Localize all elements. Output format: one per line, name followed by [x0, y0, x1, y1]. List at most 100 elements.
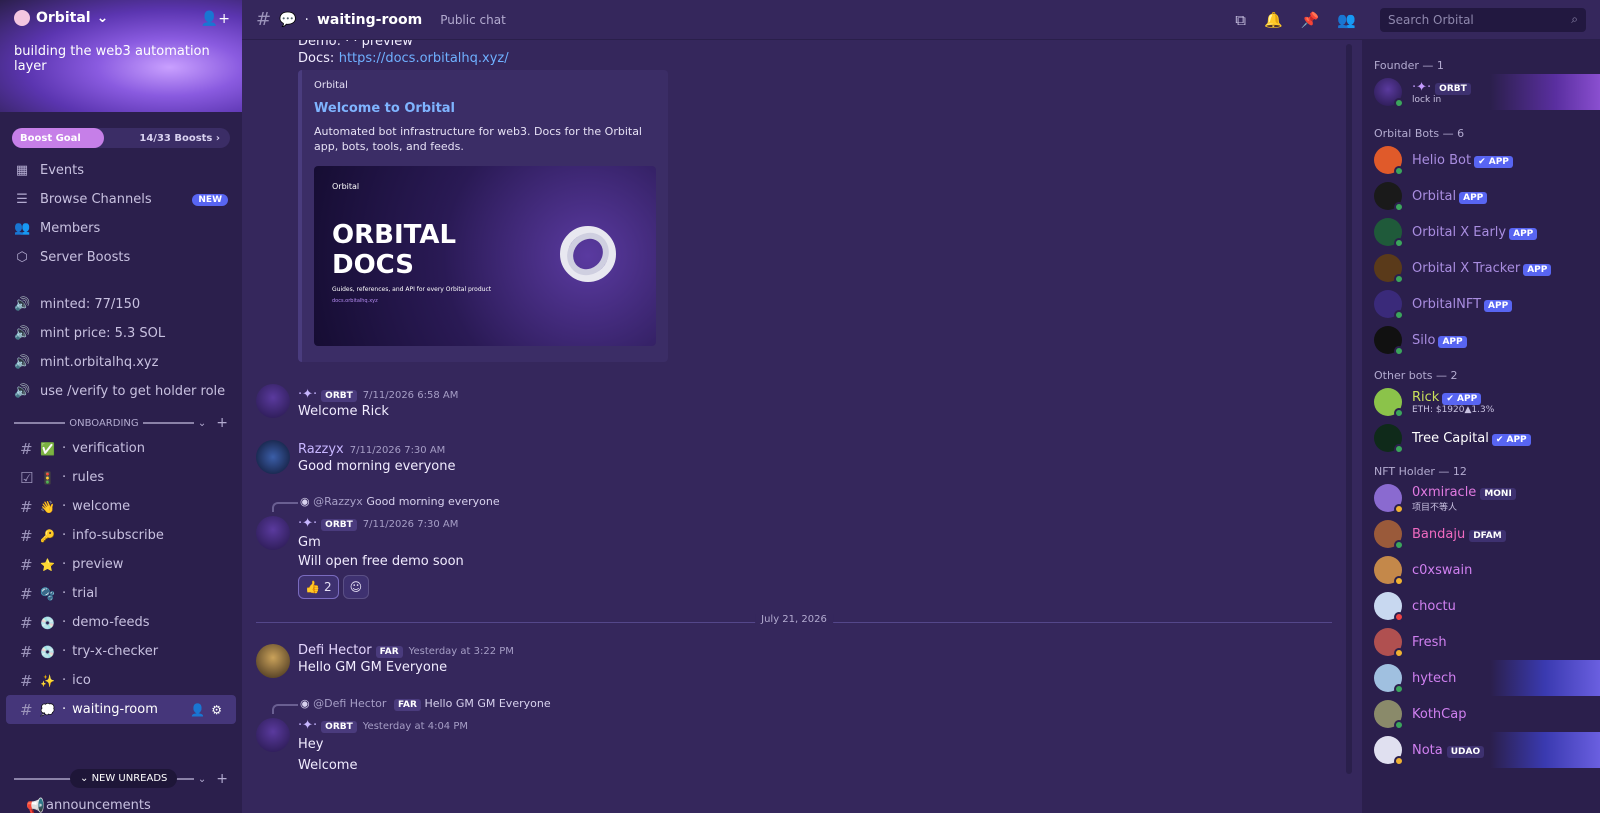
avatar[interactable]	[256, 516, 290, 550]
member-bandaju[interactable]: Bandaju DFAM	[1362, 516, 1600, 552]
new-unreads-button[interactable]: ⌄ NEW UNREADS	[70, 769, 178, 788]
channel-trial[interactable]: # 🫧 · trial	[6, 579, 236, 608]
nav-server-boosts[interactable]: ⬡ Server Boosts	[0, 243, 242, 272]
gear-icon[interactable]: ⚙	[211, 703, 222, 717]
smiley-icon: ☺	[349, 580, 363, 594]
chevron-down-icon: ⌄	[96, 10, 109, 26]
add-reaction-button[interactable]: ☺	[342, 575, 370, 599]
member-rick[interactable]: Rick ✔ APP ETH: $1920▲1.3%	[1362, 384, 1600, 420]
message-item: Defi Hector FAR Yesterday at 3:22 PM Hello…	[298, 642, 514, 675]
stat-channel-verify[interactable]: 🔊 use /verify to get holder role	[0, 377, 242, 406]
member-c0xswain[interactable]: c0xswain	[1362, 552, 1600, 588]
bell-icon[interactable]: 🔔	[1264, 11, 1283, 29]
avatar	[1374, 182, 1404, 212]
member-hytech[interactable]: hytech	[1362, 660, 1600, 696]
member-tree-capital[interactable]: Tree Capital ✔ APP	[1362, 420, 1600, 456]
username[interactable]: Razzyx	[298, 442, 344, 457]
avatar	[1374, 424, 1404, 454]
server-banner: Orbital ⌄ 👤+ building the web3 automatio…	[0, 0, 242, 112]
pin-icon[interactable]: 📌	[1301, 11, 1320, 29]
channel-announcements[interactable]: 📢 announcements	[12, 791, 242, 813]
reply-preview[interactable]: ◉ @Defi Hector FAR Hello GM GM Everyone	[300, 697, 551, 711]
embed-provider: Orbital	[314, 80, 348, 91]
search-icon: ⌕	[1571, 12, 1578, 26]
avatar[interactable]	[256, 718, 290, 752]
server-sidebar: Orbital ⌄ 👤+ building the web3 automatio…	[0, 0, 242, 813]
members-list-icon[interactable]: 👥	[1337, 11, 1356, 29]
channel-rules[interactable]: ☑ 🚦 · rules	[6, 463, 236, 492]
username[interactable]: ·✦·	[298, 718, 317, 733]
link-embed: Orbital Welcome to Orbital Automated bot…	[298, 70, 668, 362]
scrollbar[interactable]	[1346, 44, 1352, 774]
channel-waiting-room[interactable]: # 💭 · waiting-room 👤 ⚙	[6, 695, 236, 724]
reaction-thumbs-up[interactable]: 👍 2	[298, 575, 339, 599]
embed-image[interactable]: Orbital ORBITAL DOCS Guides, references,…	[314, 166, 656, 346]
member-choctu[interactable]: choctu	[1362, 588, 1600, 624]
hash-icon: #	[256, 9, 272, 30]
avatar	[1374, 484, 1404, 514]
calendar-icon: ▦	[15, 163, 29, 178]
nav-events[interactable]: ▦ Events	[0, 156, 242, 185]
username[interactable]: ·✦·	[298, 516, 317, 531]
member-bot[interactable]: Helio Bot ✔ APP	[1362, 142, 1600, 178]
member-bot[interactable]: Orbital X Tracker APP	[1362, 250, 1600, 286]
rules-icon: ☑	[20, 468, 34, 487]
category-onboarding[interactable]: ONBOARDING ⌄ +	[0, 412, 242, 434]
channel-ico[interactable]: # ✨ · ico	[6, 666, 236, 695]
message-list: Demo: · · preview Docs: https://docs.orb…	[242, 40, 1362, 813]
reply-avatar-icon: ◉	[300, 697, 310, 710]
message-text: Good morning everyone	[298, 459, 456, 474]
avatar[interactable]	[256, 440, 290, 474]
username[interactable]: Defi Hector	[298, 643, 372, 658]
channel-demo-feeds[interactable]: # 💿 · demo-feeds	[6, 608, 236, 637]
role-badge: ORBT	[321, 519, 357, 531]
add-channel-icon[interactable]: +	[216, 771, 228, 787]
avatar[interactable]	[256, 384, 290, 418]
nav-members[interactable]: 👥 Members	[0, 214, 242, 243]
member-fresh[interactable]: Fresh	[1362, 624, 1600, 660]
member-list: Founder — 1 ·✦· ORBT lock in Orbital Bots …	[1362, 40, 1600, 813]
channel-topic: Public chat	[440, 12, 506, 27]
reply-avatar-icon: ◉	[300, 495, 310, 508]
hash-icon: #	[20, 497, 33, 516]
timestamp: 7/11/2026 7:30 AM	[349, 445, 446, 456]
avatar	[1374, 78, 1404, 108]
member-bot[interactable]: OrbitalNFT APP	[1362, 286, 1600, 322]
message-cut-top: Demo: · · preview	[298, 40, 413, 49]
stat-channel-minted[interactable]: 🔊 minted: 77/150	[0, 290, 242, 319]
channel-verification[interactable]: # ✅ · verification	[6, 434, 236, 463]
reply-preview[interactable]: ◉ @Razzyx Good morning everyone	[300, 495, 500, 508]
threads-icon[interactable]: ⧉	[1235, 11, 1246, 29]
embed-title[interactable]: Welcome to Orbital	[314, 101, 656, 116]
member-bot[interactable]: Orbital X Early APP	[1362, 214, 1600, 250]
avatar[interactable]	[256, 644, 290, 678]
member-nota[interactable]: Nota UDAO	[1362, 732, 1600, 768]
channel-try-x-checker[interactable]: # 💿 · try-x-checker	[6, 637, 236, 666]
invite-icon[interactable]: 👤	[190, 703, 205, 717]
message-text: Will open free demo soon	[298, 554, 464, 569]
member-0xmiracle[interactable]: 0xmiracle MONI 项目不等人	[1362, 480, 1600, 516]
member-kothcap[interactable]: KothCap	[1362, 696, 1600, 732]
avatar	[1374, 520, 1404, 550]
docs-link[interactable]: https://docs.orbitalhq.xyz/	[339, 51, 509, 66]
add-channel-icon[interactable]: +	[216, 415, 228, 431]
username[interactable]: ·✦·	[298, 387, 317, 402]
channel-info-subscribe[interactable]: # 🔑 · info-subscribe	[6, 521, 236, 550]
member-group-header: Founder — 1	[1374, 59, 1444, 72]
server-name-button[interactable]: Orbital ⌄	[14, 10, 228, 26]
nav-browse-channels[interactable]: ☰ Browse Channels NEW	[0, 185, 242, 214]
search-input[interactable]: Search Orbital ⌕	[1380, 7, 1586, 32]
member-founder[interactable]: ·✦· ORBT lock in	[1362, 74, 1600, 110]
speaker-icon: 🔊	[14, 326, 31, 341]
hash-icon: #	[20, 526, 33, 545]
channel-welcome[interactable]: # 👋 · welcome	[6, 492, 236, 521]
invite-people-icon[interactable]: 👤+	[201, 11, 230, 27]
channel-preview[interactable]: # ⭐ · preview	[6, 550, 236, 579]
thumbs-up-icon: 👍	[305, 580, 320, 594]
stat-channel-price[interactable]: 🔊 mint price: 5.3 SOL	[0, 319, 242, 348]
boost-count: 14/33 Boosts ›	[139, 132, 220, 144]
member-bot[interactable]: Silo APP	[1362, 322, 1600, 358]
boost-goal-bar[interactable]: Boost Goal 14/33 Boosts ›	[12, 128, 230, 148]
member-bot[interactable]: Orbital APP	[1362, 178, 1600, 214]
stat-channel-mint-url[interactable]: 🔊 mint.orbitalhq.xyz	[0, 348, 242, 377]
